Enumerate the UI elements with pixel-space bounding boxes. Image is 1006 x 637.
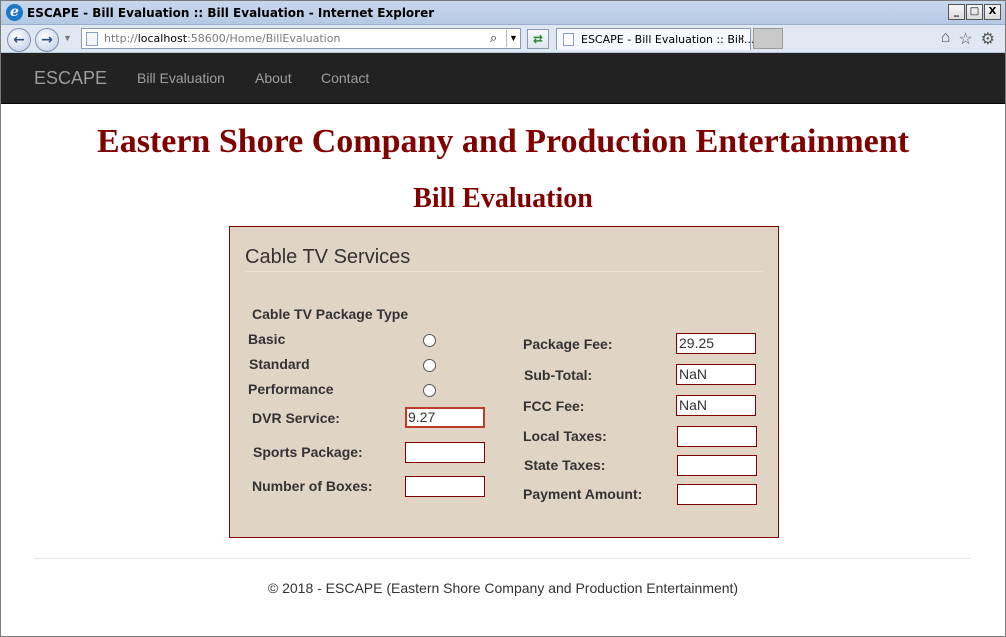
tab-page-icon bbox=[563, 33, 574, 46]
cable-tv-services-panel: Cable TV Services Cable TV Package Type … bbox=[229, 226, 779, 538]
back-arrow-icon[interactable]: ← bbox=[7, 28, 31, 52]
toolbar-icons: ⌂ ☆ ⚙ bbox=[941, 29, 995, 49]
fcc-fee-input[interactable]: NaN bbox=[676, 395, 756, 416]
refresh-icon[interactable]: ⇄ bbox=[527, 29, 549, 49]
panel-title: Cable TV Services bbox=[245, 246, 411, 268]
package-fee-input[interactable]: 29.25 bbox=[676, 333, 756, 354]
forward-arrow-icon[interactable]: → bbox=[35, 28, 59, 52]
sub-total-label: Sub-Total: bbox=[524, 367, 593, 383]
navbar-brand[interactable]: ESCAPE bbox=[34, 68, 107, 89]
local-taxes-label: Local Taxes: bbox=[523, 428, 607, 444]
url-input[interactable]: http://localhost:58600/Home/BillEvaluati… bbox=[81, 28, 521, 49]
fcc-fee-label: FCC Fee: bbox=[523, 398, 585, 414]
page-icon bbox=[86, 32, 98, 46]
window-title: ESCAPE - Bill Evaluation :: Bill Evaluat… bbox=[27, 6, 435, 20]
site-navbar: ESCAPE Bill Evaluation About Contact bbox=[1, 53, 1005, 104]
performance-radio[interactable] bbox=[423, 384, 436, 397]
package-fee-label: Package Fee: bbox=[523, 336, 613, 352]
state-taxes-label: State Taxes: bbox=[524, 457, 606, 473]
settings-gear-icon[interactable]: ⚙ bbox=[981, 29, 995, 49]
nav-link-contact[interactable]: Contact bbox=[321, 70, 369, 86]
nav-link-about[interactable]: About bbox=[255, 70, 292, 86]
basic-radio[interactable] bbox=[423, 334, 436, 347]
number-of-boxes-input[interactable] bbox=[405, 476, 485, 497]
title-bar: e ESCAPE - Bill Evaluation :: Bill Evalu… bbox=[1, 1, 1005, 25]
number-of-boxes-label: Number of Boxes: bbox=[252, 478, 373, 494]
standard-radio[interactable] bbox=[423, 359, 436, 372]
url-text: http://localhost:58600/Home/BillEvaluati… bbox=[104, 32, 341, 45]
close-button[interactable]: X bbox=[984, 4, 1001, 20]
search-icon[interactable]: ⌕ bbox=[490, 30, 497, 46]
local-taxes-input[interactable] bbox=[677, 426, 757, 447]
tab-title: ESCAPE - Bill Evaluation :: Bill... bbox=[581, 33, 755, 46]
url-dropdown-icon[interactable]: ▼ bbox=[506, 30, 520, 47]
browser-tab[interactable]: ESCAPE - Bill Evaluation :: Bill... × bbox=[556, 28, 755, 50]
new-tab-button[interactable] bbox=[753, 28, 783, 49]
tab-close-icon[interactable]: × bbox=[737, 31, 745, 46]
panel-divider bbox=[245, 271, 763, 272]
history-dropdown-icon[interactable]: ▼ bbox=[63, 33, 72, 43]
page-title: Bill Evaluation bbox=[413, 183, 593, 214]
sports-package-label: Sports Package: bbox=[253, 444, 363, 460]
standard-label: Standard bbox=[249, 356, 310, 372]
dvr-service-label: DVR Service: bbox=[252, 410, 340, 426]
home-icon[interactable]: ⌂ bbox=[941, 29, 951, 49]
nav-link-bill-evaluation[interactable]: Bill Evaluation bbox=[137, 70, 225, 86]
browser-window: e ESCAPE - Bill Evaluation :: Bill Evalu… bbox=[0, 0, 1006, 637]
maximize-button[interactable]: □ bbox=[966, 4, 983, 20]
payment-amount-label: Payment Amount: bbox=[523, 486, 643, 502]
dvr-service-input[interactable]: 9.27 bbox=[405, 407, 485, 428]
sub-total-input[interactable]: NaN bbox=[676, 364, 756, 385]
internet-explorer-icon: e bbox=[6, 4, 23, 21]
sports-package-input[interactable] bbox=[405, 442, 485, 463]
footer-copyright: © 2018 - ESCAPE (Eastern Shore Company a… bbox=[267, 580, 739, 596]
favorites-star-icon[interactable]: ☆ bbox=[958, 29, 972, 49]
state-taxes-input[interactable] bbox=[677, 455, 757, 476]
payment-amount-input[interactable] bbox=[677, 484, 757, 505]
footer-divider bbox=[34, 558, 972, 559]
basic-label: Basic bbox=[248, 331, 286, 347]
minimize-button[interactable]: _ bbox=[948, 4, 965, 20]
performance-label: Performance bbox=[248, 381, 334, 397]
address-bar: ← → ▼ http://localhost:58600/Home/BillEv… bbox=[1, 25, 1005, 53]
company-title: Eastern Shore Company and Production Ent… bbox=[97, 123, 909, 160]
package-type-heading: Cable TV Package Type bbox=[252, 306, 409, 322]
window-controls: _ □ X bbox=[948, 4, 1001, 20]
